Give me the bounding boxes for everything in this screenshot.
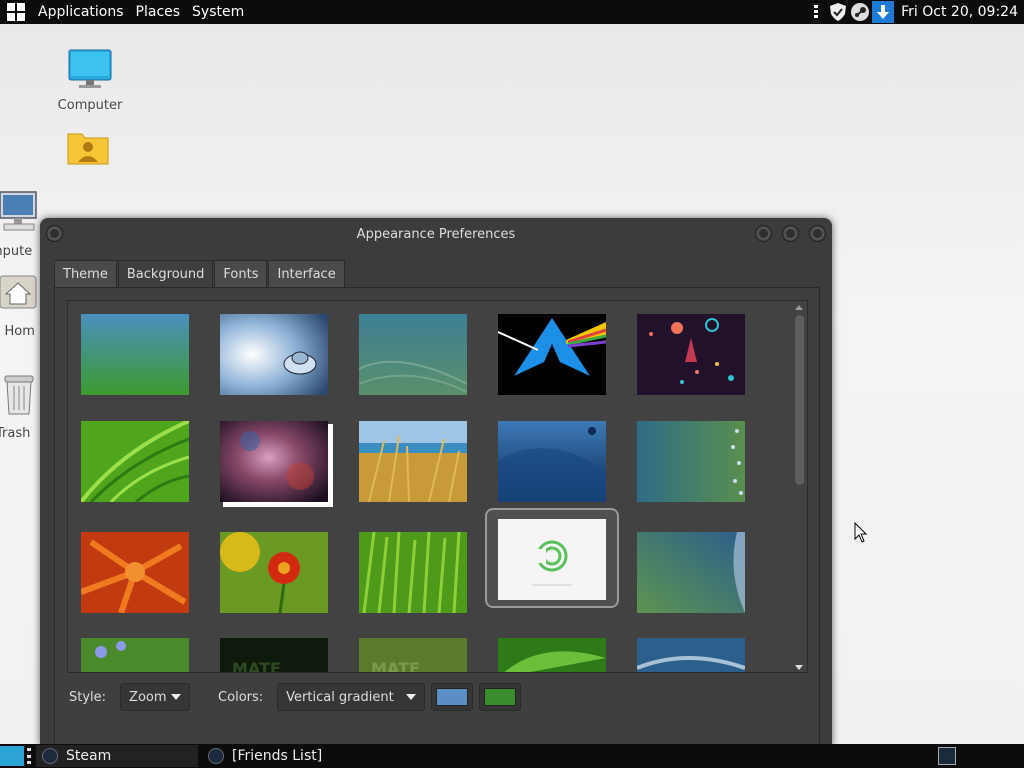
- wallpaper-thumb[interactable]: [359, 532, 467, 613]
- style-label: Style:: [69, 689, 107, 705]
- tab-fonts[interactable]: Fonts: [214, 260, 268, 288]
- scrollbar-thumb[interactable]: [795, 315, 804, 485]
- window-menu-button[interactable]: [46, 225, 63, 242]
- wallpaper-thumb[interactable]: [498, 314, 606, 395]
- colors-combo[interactable]: Vertical gradient: [277, 683, 426, 711]
- steam-icon[interactable]: [850, 2, 870, 22]
- taskbar-handle-icon[interactable]: [27, 748, 33, 764]
- mouse-pointer-icon: [854, 522, 868, 543]
- taskbar-task-steam[interactable]: Steam: [36, 745, 198, 767]
- background-tab-pane: MATE MATE Style: Zoom Colors: Vertical g…: [54, 287, 820, 748]
- tab-interface[interactable]: Interface: [268, 260, 345, 288]
- desktop-icon-home-folder[interactable]: [62, 128, 114, 172]
- menu-places[interactable]: Places: [130, 4, 187, 20]
- appearance-preferences-window: Appearance Preferences Theme Background …: [40, 218, 832, 748]
- taskbar-task-friends-list[interactable]: [Friends List]: [202, 745, 328, 767]
- desktop-icon-computer[interactable]: Computer: [56, 48, 124, 113]
- home-folder-icon: [67, 133, 109, 165]
- primary-color-swatch: [436, 688, 469, 706]
- desktop-icon-home[interactable]: 's Hom: [0, 272, 44, 339]
- task-label: Steam: [66, 748, 112, 764]
- wallpaper-thumb[interactable]: [637, 638, 745, 673]
- menu-system[interactable]: System: [186, 4, 250, 20]
- wallpaper-thumb[interactable]: [81, 638, 189, 673]
- home-icon: [0, 275, 37, 309]
- wallpaper-grid-scrollbar[interactable]: [793, 303, 805, 672]
- download-arrow-icon[interactable]: [872, 1, 895, 23]
- tab-bar: Theme Background Fonts Interface: [54, 260, 346, 288]
- show-desktop-icon[interactable]: [0, 746, 24, 766]
- chevron-down-icon: [171, 694, 182, 700]
- style-combo-value: Zoom: [129, 689, 167, 705]
- bottom-taskbar: Steam [Friends List]: [0, 744, 1024, 768]
- windows-logo-icon[interactable]: [6, 2, 26, 22]
- colors-label: Colors:: [218, 689, 264, 705]
- wallpaper-thumb[interactable]: [498, 638, 606, 673]
- tab-background[interactable]: Background: [117, 260, 214, 288]
- wallpaper-thumb[interactable]: MATE: [220, 638, 328, 673]
- wallpaper-thumb[interactable]: [359, 421, 467, 502]
- task-label: [Friends List]: [232, 748, 323, 764]
- trash-icon: [4, 375, 34, 415]
- wallpaper-thumb[interactable]: [637, 421, 745, 502]
- background-options-row: Style: Zoom Colors: Vertical gradient: [69, 681, 522, 713]
- wallpaper-thumb[interactable]: [637, 532, 745, 613]
- maximize-button[interactable]: [782, 225, 799, 242]
- style-combo[interactable]: Zoom: [120, 683, 191, 711]
- top-panel: Applications Places System Fri Oct 20, 0…: [0, 0, 1024, 24]
- wallpaper-thumb[interactable]: [498, 421, 606, 502]
- svg-text:MATE: MATE: [371, 659, 420, 673]
- shield-icon[interactable]: [828, 2, 848, 22]
- wallpaper-thumb[interactable]: MATE: [359, 638, 467, 673]
- wallpaper-grid[interactable]: MATE MATE: [67, 300, 808, 673]
- steam-icon: [208, 748, 224, 764]
- wallpaper-thumb[interactable]: [359, 314, 467, 395]
- system-tray: Fri Oct 20, 09:24: [805, 0, 1024, 24]
- colors-combo-value: Vertical gradient: [286, 689, 394, 705]
- close-button[interactable]: [809, 225, 826, 242]
- desktop-icon-computer-offscreen[interactable]: mpute: [0, 190, 44, 259]
- wallpaper-thumb[interactable]: [637, 314, 745, 395]
- wallpaper-thumb-selected[interactable]: [498, 519, 606, 600]
- minimize-button[interactable]: [755, 225, 772, 242]
- scroll-up-arrow[interactable]: [795, 305, 803, 310]
- svg-text:MATE: MATE: [232, 659, 281, 673]
- steam-icon: [42, 748, 58, 764]
- window-titlebar[interactable]: Appearance Preferences: [40, 218, 832, 250]
- secondary-color-swatch: [484, 688, 517, 706]
- wallpaper-thumb[interactable]: [220, 532, 328, 613]
- wallpaper-thumb[interactable]: [81, 314, 189, 395]
- wallpaper-thumb[interactable]: [220, 421, 328, 502]
- clock[interactable]: Fri Oct 20, 09:24: [895, 4, 1024, 20]
- window-title: Appearance Preferences: [356, 226, 516, 242]
- primary-color-button[interactable]: [431, 683, 474, 711]
- secondary-color-button[interactable]: [479, 683, 522, 711]
- computer-icon: [68, 49, 112, 88]
- top-menu-bar: Applications Places System: [32, 4, 250, 20]
- wallpaper-thumb[interactable]: [220, 314, 328, 395]
- steam-tray-icon[interactable]: [938, 747, 956, 765]
- wallpaper-thumb[interactable]: [81, 421, 189, 502]
- menu-applications[interactable]: Applications: [32, 4, 130, 20]
- wallpaper-thumb[interactable]: [81, 532, 189, 613]
- chevron-down-icon: [406, 694, 417, 700]
- tray-menu-icon[interactable]: [806, 2, 826, 22]
- scroll-down-arrow[interactable]: [795, 665, 803, 670]
- computer-icon: [0, 191, 37, 231]
- tab-theme[interactable]: Theme: [54, 260, 117, 288]
- desktop-icon-trash[interactable]: Trash: [0, 370, 44, 441]
